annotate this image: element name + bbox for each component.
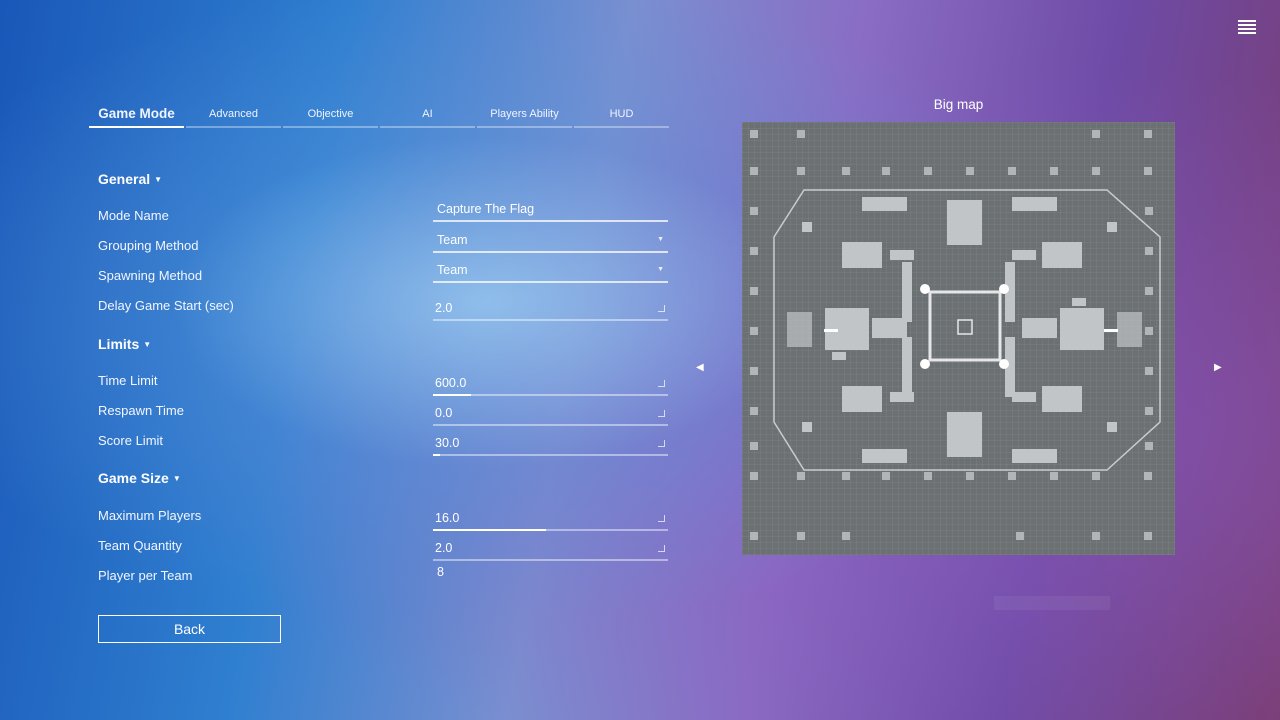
spawning-method-select[interactable]: Team ▼: [433, 261, 668, 283]
tab-players-ability[interactable]: Players Ability: [477, 104, 572, 128]
section-general-label: General: [98, 171, 151, 187]
section-game-size-header[interactable]: Game Size ▼: [98, 470, 181, 486]
section-general-header[interactable]: General ▼: [98, 171, 162, 187]
time-limit-fill: [433, 394, 471, 396]
tab-game-mode[interactable]: Game Mode: [89, 104, 184, 128]
section-limits-header[interactable]: Limits ▼: [98, 336, 151, 352]
score-limit-label: Score Limit: [98, 433, 164, 448]
hamburger-menu-icon[interactable]: [1238, 20, 1256, 38]
map-layout-image: [750, 130, 1161, 540]
resize-handle-icon: [658, 410, 665, 417]
hint-box: [994, 596, 1110, 610]
tab-ai[interactable]: AI: [380, 104, 475, 128]
player-per-team-value: 8: [437, 565, 444, 579]
team-quantity-label: Team Quantity: [98, 538, 182, 553]
score-limit-value: 30.0: [435, 436, 460, 450]
spawning-method-value: Team: [437, 263, 468, 277]
maximum-players-fill: [433, 529, 546, 531]
tab-hud[interactable]: HUD: [574, 104, 669, 128]
grouping-method-select[interactable]: Team ▼: [433, 231, 668, 253]
score-limit-slider[interactable]: 30.0: [433, 434, 668, 456]
time-limit-label: Time Limit: [98, 373, 158, 388]
respawn-time-label: Respawn Time: [98, 403, 184, 418]
arrow-left-icon[interactable]: ◀: [696, 362, 704, 373]
grouping-method-value: Team: [437, 233, 468, 247]
tab-objective[interactable]: Objective: [283, 104, 378, 128]
maximum-players-label: Maximum Players: [98, 508, 202, 523]
chevron-down-icon: ▼: [172, 474, 181, 483]
delay-game-start-label: Delay Game Start (sec): [98, 298, 234, 313]
delay-game-start-field[interactable]: 2.0: [433, 299, 668, 321]
grouping-method-label: Grouping Method: [98, 238, 199, 253]
delay-game-start-value: 2.0: [435, 301, 453, 315]
resize-handle-icon: [658, 440, 665, 447]
maximum-players-value: 16.0: [435, 511, 460, 525]
team-quantity-value: 2.0: [435, 541, 453, 555]
map-preview: [742, 122, 1175, 555]
tab-bar: Game Mode Advanced Objective AI Players …: [89, 104, 669, 128]
section-game-size-label: Game Size: [98, 470, 169, 486]
chevron-down-icon: ▼: [143, 340, 152, 349]
resize-handle-icon: [658, 380, 665, 387]
chevron-down-icon: ▼: [154, 175, 163, 184]
respawn-time-value: 0.0: [435, 406, 453, 420]
mode-name-value: Capture The Flag: [437, 202, 535, 216]
resize-handle-icon: [658, 545, 665, 552]
score-limit-fill: [433, 454, 441, 456]
arrow-right-icon[interactable]: ▶: [1214, 362, 1222, 373]
time-limit-value: 600.0: [435, 376, 467, 390]
time-limit-slider[interactable]: 600.0: [433, 374, 668, 396]
respawn-time-slider[interactable]: 0.0: [433, 404, 668, 426]
resize-handle-icon: [658, 515, 665, 522]
player-per-team-label: Player per Team: [98, 568, 193, 583]
resize-handle-icon: [658, 305, 665, 312]
maximum-players-slider[interactable]: 16.0: [433, 509, 668, 531]
map-title: Big map: [933, 97, 984, 112]
spawning-method-label: Spawning Method: [98, 268, 203, 283]
chevron-down-icon: ▼: [657, 266, 664, 273]
mode-name-label: Mode Name: [98, 208, 169, 223]
section-limits-label: Limits: [98, 336, 140, 352]
chevron-down-icon: ▼: [657, 236, 664, 243]
tab-advanced[interactable]: Advanced: [186, 104, 281, 128]
mode-name-input[interactable]: Capture The Flag: [433, 200, 668, 222]
team-quantity-slider[interactable]: 2.0: [433, 539, 668, 561]
back-button[interactable]: Back: [98, 615, 281, 643]
